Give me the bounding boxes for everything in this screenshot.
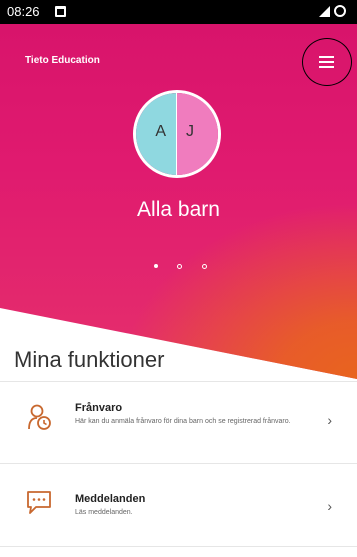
status-bar: 08:26 xyxy=(0,0,357,24)
section-title: Mina funktioner xyxy=(14,347,165,372)
page-dot[interactable] xyxy=(202,264,207,269)
status-icons xyxy=(317,4,347,23)
function-item-franvaro[interactable]: Frånvaro Här kan du anmäla frånvaro för … xyxy=(0,381,357,461)
child-name: Alla barn xyxy=(137,198,220,221)
function-description: Här kan du anmäla frånvaro för dina barn… xyxy=(75,418,291,425)
divider xyxy=(0,546,357,547)
calendar-notification-icon xyxy=(55,6,66,17)
brand-title: Tieto Education xyxy=(25,55,100,66)
avatar-initial: J xyxy=(186,123,194,140)
carousel-pagination[interactable] xyxy=(154,264,214,272)
hamburger-menu-icon xyxy=(319,56,334,58)
avatar-half-left: A xyxy=(136,93,177,175)
function-description: Läs meddelanden. xyxy=(75,509,133,516)
avatar-initial: A xyxy=(155,123,166,140)
chevron-right-icon: › xyxy=(327,498,332,514)
menu-button[interactable] xyxy=(302,38,352,86)
page-dot[interactable] xyxy=(177,264,182,269)
status-time: 08:26 xyxy=(7,4,40,19)
page-dot-active[interactable] xyxy=(154,264,158,268)
function-item-meddelanden[interactable]: Meddelanden Läs meddelanden. › xyxy=(0,464,357,544)
signal-icon xyxy=(319,5,346,17)
chat-bubble-icon xyxy=(27,491,51,514)
function-title: Meddelanden xyxy=(75,493,146,505)
avatar-half-right: J xyxy=(177,93,218,175)
function-title: Frånvaro xyxy=(75,402,123,414)
person-clock-icon xyxy=(28,404,51,430)
child-avatar[interactable]: A J xyxy=(133,90,221,178)
chevron-right-icon: › xyxy=(327,412,332,428)
